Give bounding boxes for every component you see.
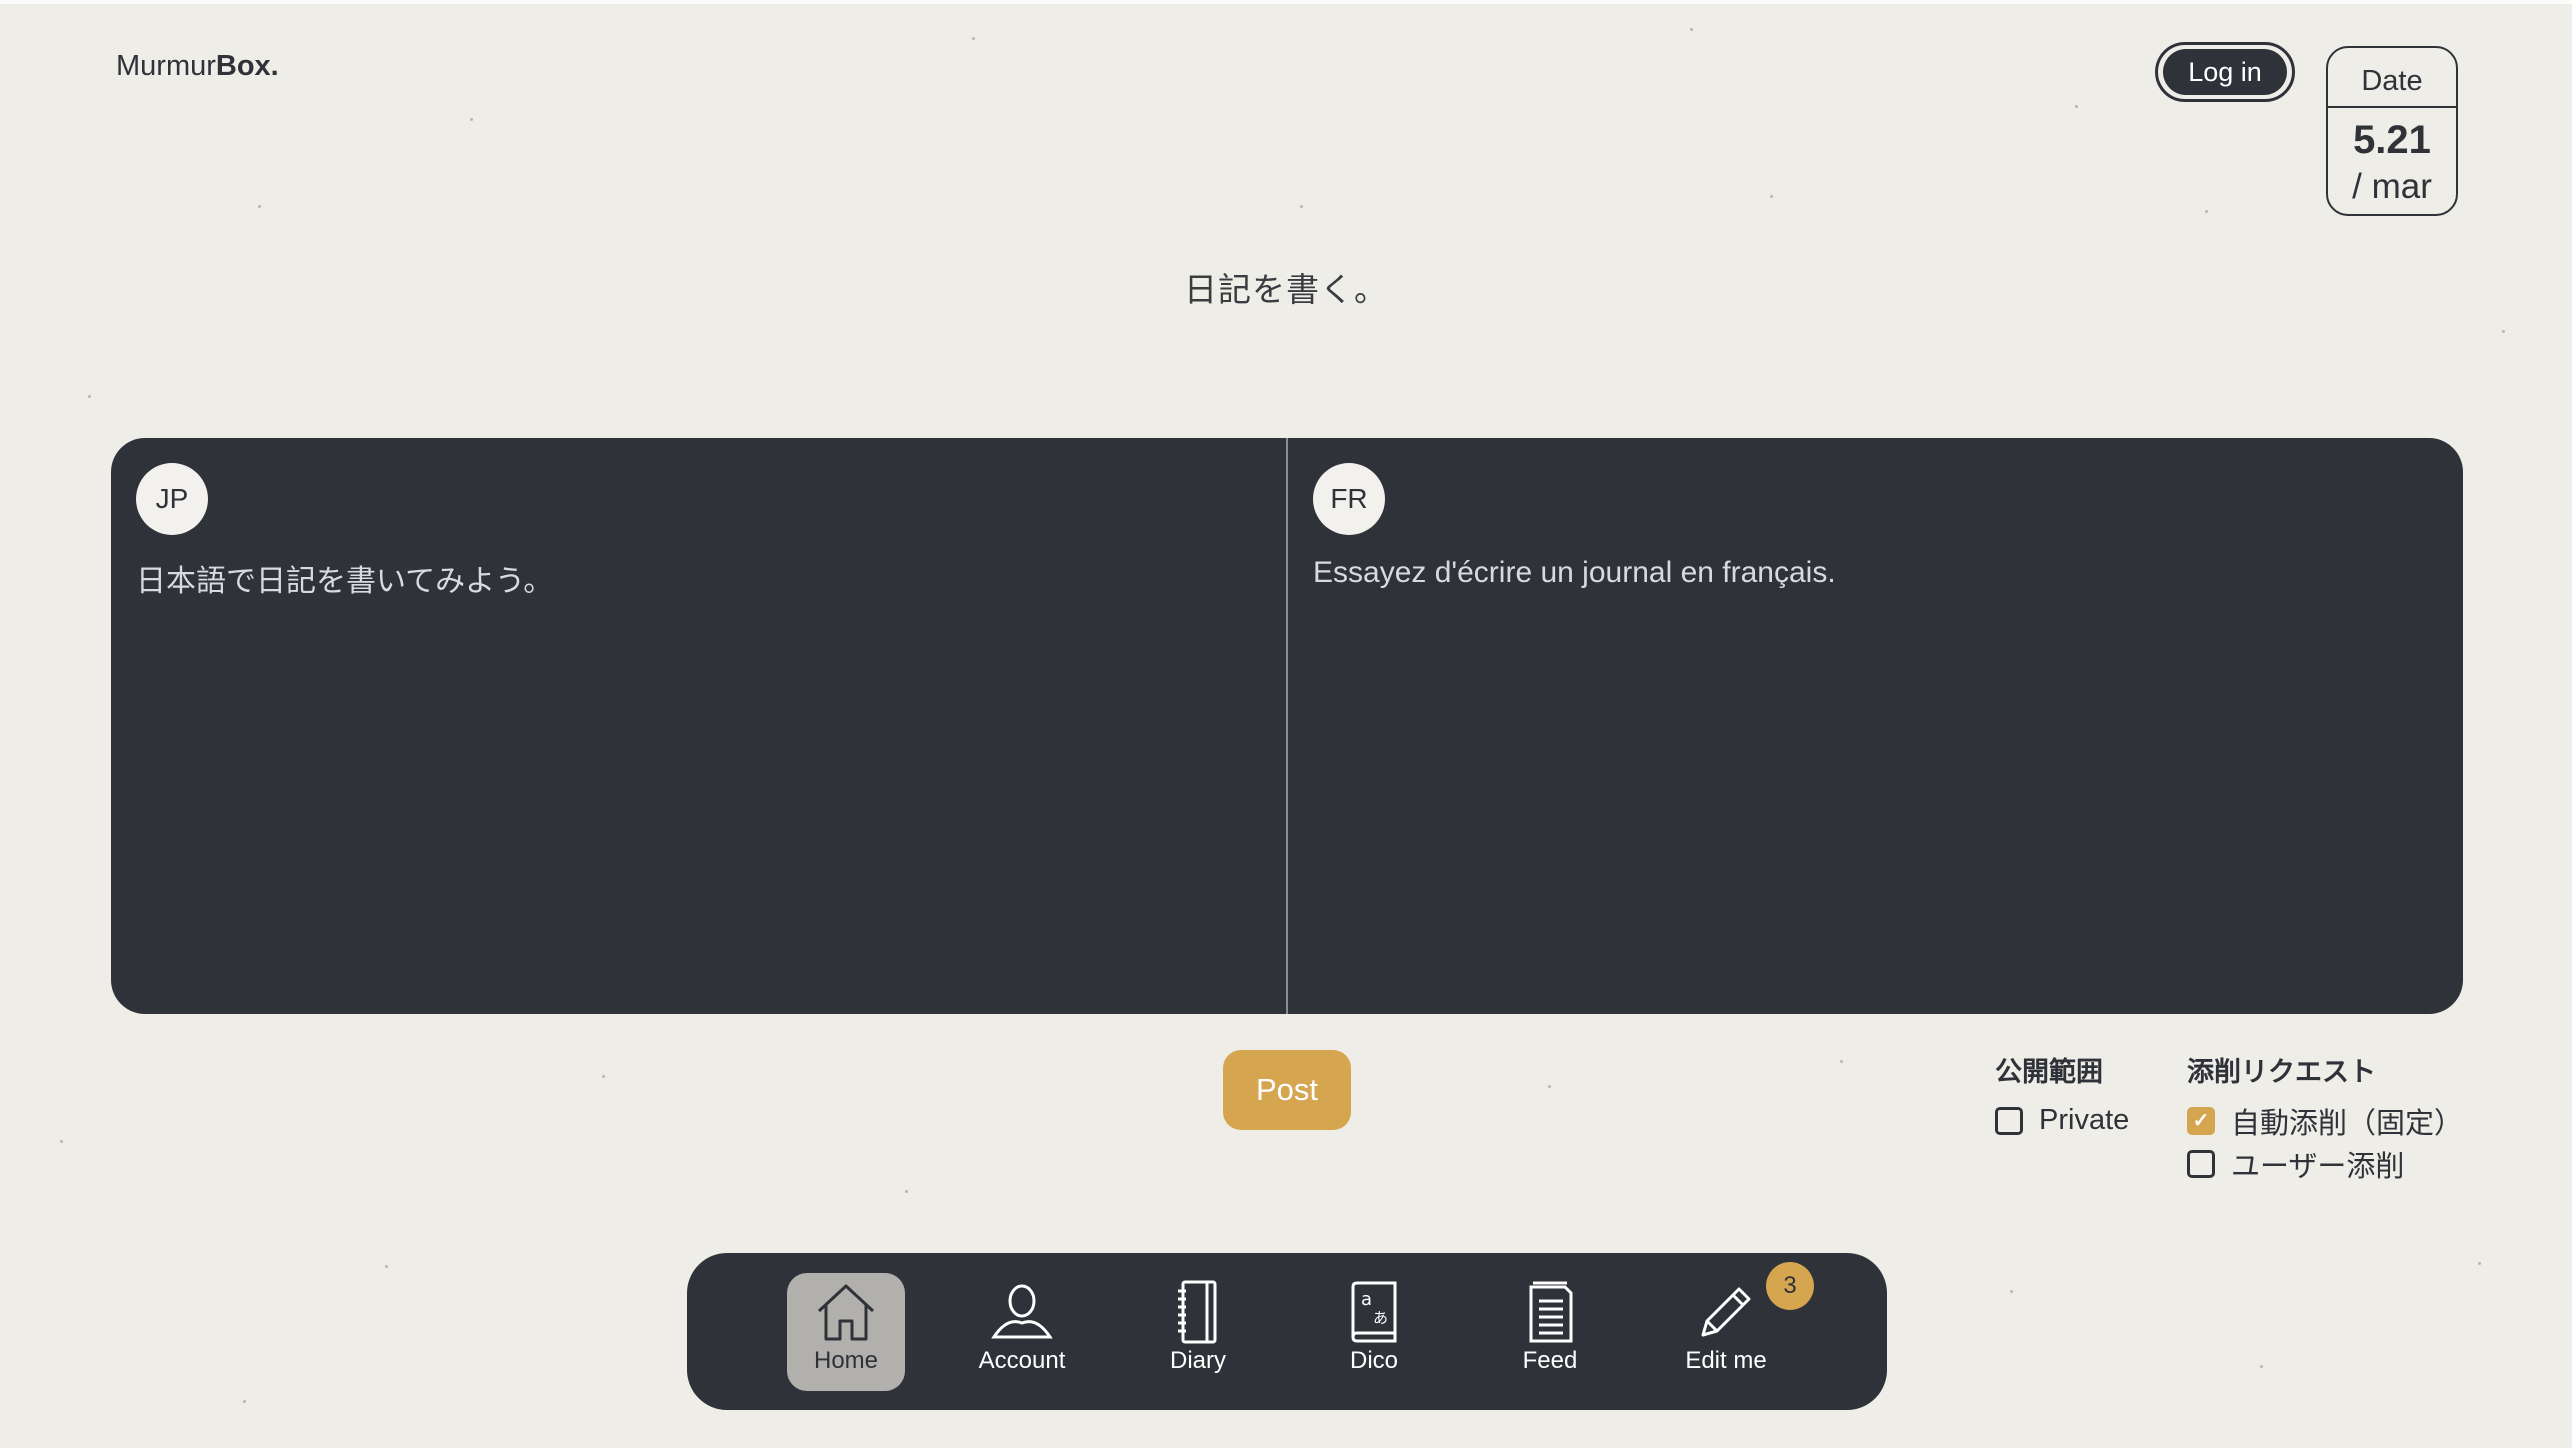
visibility-title: 公開範囲 (1995, 1057, 2103, 1087)
logo-regular: Murmur (116, 50, 216, 82)
visibility-options: 公開範囲 Private (1995, 1050, 2129, 1142)
date-weekday: / mar (2352, 167, 2432, 206)
svg-text:a: a (1361, 1289, 1372, 1310)
login-button-frame[interactable]: Log in (2155, 42, 2295, 102)
user-correction-checkbox[interactable] (2187, 1149, 2215, 1178)
date-label: Date (2328, 48, 2456, 108)
user-icon (991, 1284, 1053, 1339)
nav-diary-label: Diary (1169, 1347, 1226, 1374)
notebook-icon (1178, 1280, 1217, 1344)
date-card: Date 5.21 / mar (2326, 46, 2458, 216)
private-option[interactable]: Private (1995, 1099, 2129, 1142)
french-pane[interactable]: FR Essayez d'écrire un journal en frança… (1286, 438, 2463, 1014)
dictionary-icon: a あ (1351, 1281, 1397, 1343)
top-edge (0, 0, 2572, 4)
lang-badge-jp: JP (136, 463, 208, 535)
japanese-pane[interactable]: JP 日本語で日記を書いてみよう。 (111, 438, 1286, 1014)
nav-edit-me-label: Edit me (1685, 1347, 1767, 1374)
private-label: Private (2039, 1104, 2130, 1136)
pencil-icon (1701, 1287, 1751, 1337)
nav-diary[interactable]: Diary (1139, 1273, 1257, 1391)
nav-dico-label: Dico (1349, 1347, 1398, 1374)
correction-options: 添削リクエスト ✓ 自動添削（固定） ユーザー添削 (2187, 1050, 2463, 1185)
nav-home-label: Home (813, 1347, 879, 1374)
home-icon (817, 1284, 875, 1341)
private-checkbox[interactable] (1995, 1106, 2023, 1135)
diary-editor: JP 日本語で日記を書いてみよう。 FR Essayez d'écrire un… (111, 438, 2463, 1014)
french-textarea-placeholder[interactable]: Essayez d'écrire un journal en français. (1313, 556, 1836, 590)
japanese-textarea-placeholder[interactable]: 日本語で日記を書いてみよう。 (136, 556, 553, 600)
nav-feed-label: Feed (1522, 1347, 1578, 1374)
nav-account[interactable]: Account (963, 1273, 1081, 1391)
edit-me-count-badge: 3 (1766, 1262, 1814, 1310)
login-button[interactable]: Log in (2163, 49, 2287, 95)
auto-correction-checkbox[interactable]: ✓ (2187, 1106, 2215, 1135)
nav-feed[interactable]: Feed (1491, 1273, 1609, 1391)
user-correction-label: ユーザー添削 (2231, 1150, 2405, 1183)
lang-badge-fr: FR (1313, 463, 1385, 535)
nav-dico[interactable]: a あ Dico (1315, 1273, 1433, 1391)
logo-bold: Box. (215, 50, 279, 82)
nav-home[interactable]: Home (787, 1273, 905, 1391)
document-icon (1529, 1281, 1573, 1343)
date-day: 5.21 (2353, 118, 2431, 162)
bottom-nav: Home Account Diary a あ Dico Feed Edit me (687, 1253, 1887, 1410)
svg-text:あ: あ (1373, 1309, 1388, 1327)
app-logo[interactable]: MurmurBox. (116, 50, 279, 83)
auto-correction-option[interactable]: ✓ 自動添削（固定） (2187, 1099, 2463, 1142)
post-button[interactable]: Post (1223, 1050, 1351, 1130)
auto-correction-label: 自動添削（固定） (2231, 1107, 2464, 1140)
correction-title: 添削リクエスト (2187, 1057, 2376, 1087)
nav-account-label: Account (978, 1347, 1066, 1374)
user-correction-option[interactable]: ユーザー添削 (2187, 1142, 2463, 1185)
page-title: 日記を書く。 (1184, 271, 1388, 308)
